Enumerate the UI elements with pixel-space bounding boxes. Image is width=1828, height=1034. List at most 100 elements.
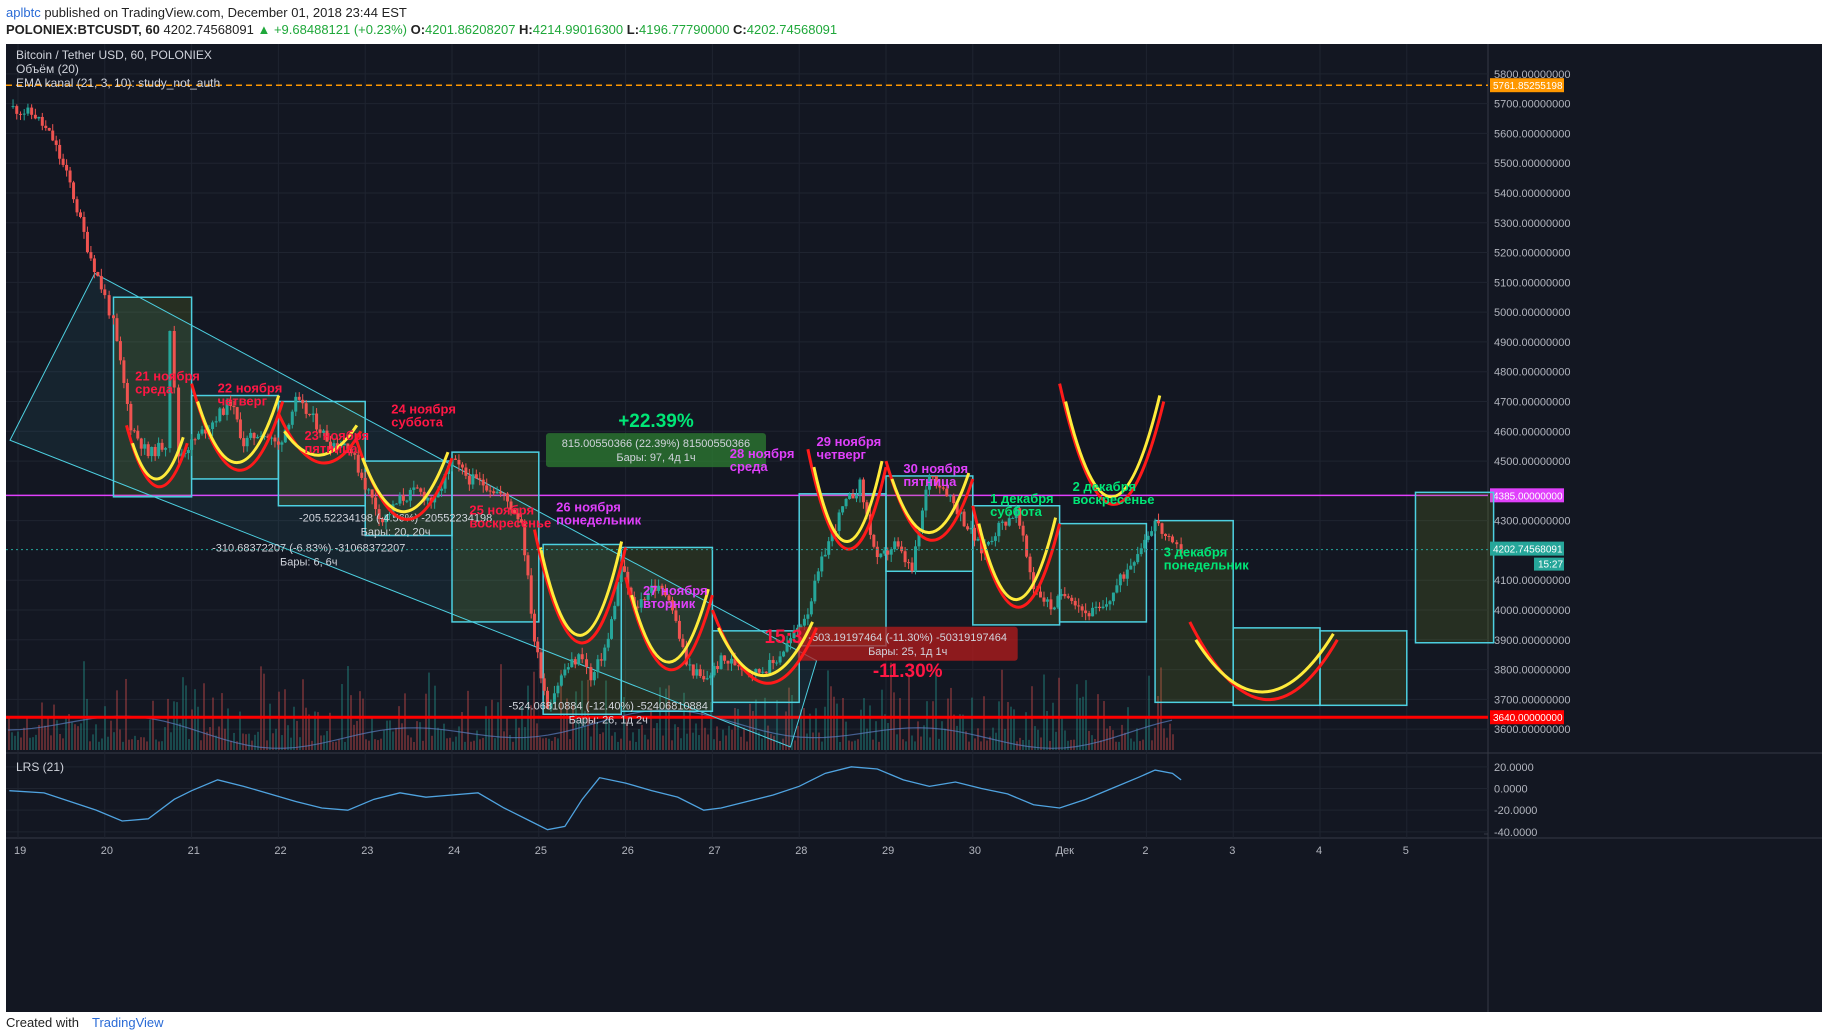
candle-body [464, 467, 468, 476]
candle-body [539, 652, 543, 679]
volume-bar [635, 741, 637, 750]
volume-bar [941, 721, 943, 750]
volume-bar [1004, 728, 1006, 750]
x-tick-label: 25 [535, 845, 547, 857]
volume-bar [569, 739, 571, 750]
volume-bar [452, 741, 454, 750]
candle-body [1160, 523, 1164, 534]
candle-body [1129, 565, 1133, 570]
measure-bars-label: Бары: 26, 1д 2ч [569, 714, 648, 726]
y-tick-label: 5400.00000000 [1494, 188, 1570, 200]
volume-bar [332, 741, 334, 750]
candle-body [218, 408, 222, 422]
chart-area[interactable]: 5800.00000000 5700.00000000 5600.00000000 5… [6, 44, 1822, 1012]
x-tick-label: 26 [622, 845, 634, 857]
volume-bar [1082, 696, 1084, 750]
candle-body [99, 276, 103, 290]
candle-body [1150, 531, 1154, 536]
candle-body [559, 675, 563, 686]
day-range-box [1414, 491, 1495, 644]
volume-bar [674, 724, 676, 750]
candle-body [861, 479, 865, 503]
volume-bar [305, 707, 307, 750]
volume-bar [1091, 735, 1093, 750]
candle-body [30, 107, 34, 115]
candle-body [92, 258, 96, 273]
candle-body [315, 413, 319, 430]
candle-body [1052, 607, 1056, 610]
volume-bar [44, 725, 46, 750]
candle-body [907, 562, 911, 564]
volume-bar [848, 740, 850, 750]
candle-body [606, 638, 610, 648]
volume-bar [17, 731, 19, 750]
high-label: H: [519, 22, 533, 37]
candle-body [896, 541, 900, 547]
volume-bar [599, 734, 601, 750]
candle-body [394, 503, 398, 505]
low-label: L: [626, 22, 640, 37]
volume-bar [155, 739, 157, 750]
volume-bar [974, 738, 976, 750]
candle-body [1132, 562, 1136, 566]
volume-bar [107, 736, 109, 750]
volume-bar [467, 690, 469, 750]
candle-body [499, 491, 503, 494]
candle-body [536, 641, 540, 653]
candle-body [401, 495, 405, 501]
y-tick-label: 4500.00000000 [1494, 456, 1570, 468]
candle-body [190, 439, 194, 450]
x-tick-label: 28 [795, 845, 807, 857]
volume-bar [680, 738, 682, 750]
volume-bar [1169, 723, 1171, 750]
tradingview-logo[interactable]: TradingView [92, 1015, 164, 1030]
volume-bar [596, 722, 598, 750]
y-tick-label: 5600.00000000 [1494, 128, 1570, 140]
candle-body [356, 454, 360, 473]
candle-body [308, 413, 312, 416]
lrs-legend[interactable]: LRS (21) [16, 760, 64, 774]
volume-bar [29, 737, 31, 750]
volume-bar [1166, 737, 1168, 750]
candle-body [1049, 599, 1053, 610]
candle-body [1073, 600, 1077, 606]
volume-bar [410, 737, 412, 750]
candle-body [674, 610, 678, 621]
candle-body [1066, 596, 1070, 598]
chart-svg[interactable]: 5800.000000005700.000000005600.000000005… [6, 44, 1822, 1012]
volume-bar [449, 737, 451, 750]
y-tick-label: 5300.00000000 [1494, 218, 1570, 230]
volume-bar [1019, 737, 1021, 750]
candle-body [297, 396, 301, 400]
volume-bar [197, 706, 199, 750]
author-link[interactable]: aplbtc [6, 5, 41, 20]
candle-body [1084, 610, 1088, 614]
volume-bar [212, 697, 214, 750]
candle-body [990, 540, 994, 543]
candle-body [440, 488, 444, 491]
candle-body [806, 614, 810, 619]
volume-bar [335, 741, 337, 750]
volume-bar [140, 737, 142, 750]
candle-body [426, 497, 430, 501]
candle-body [882, 550, 886, 554]
ema-legend[interactable]: EMA kanal (21, 3, 10): study_not_auth [16, 76, 220, 90]
volume-legend[interactable]: Объём (20) [16, 62, 79, 76]
candle-body [197, 433, 201, 440]
volume-bar [284, 689, 286, 750]
candle-body [585, 659, 589, 668]
candle-body [18, 113, 22, 115]
day-annotation: среда [135, 382, 174, 397]
volume-bar [854, 740, 856, 750]
candle-body [1125, 569, 1129, 579]
volume-bar [65, 716, 67, 750]
y-tick-label: 5500.00000000 [1494, 158, 1570, 170]
volume-bar [902, 739, 904, 750]
candle-body [691, 664, 695, 676]
volume-bar [173, 701, 175, 750]
volume-bar [11, 732, 13, 750]
volume-bar [1136, 728, 1138, 750]
y-tick-label: 3700.00000000 [1494, 694, 1570, 706]
candle-body [290, 411, 294, 425]
volume-bar [794, 740, 796, 750]
